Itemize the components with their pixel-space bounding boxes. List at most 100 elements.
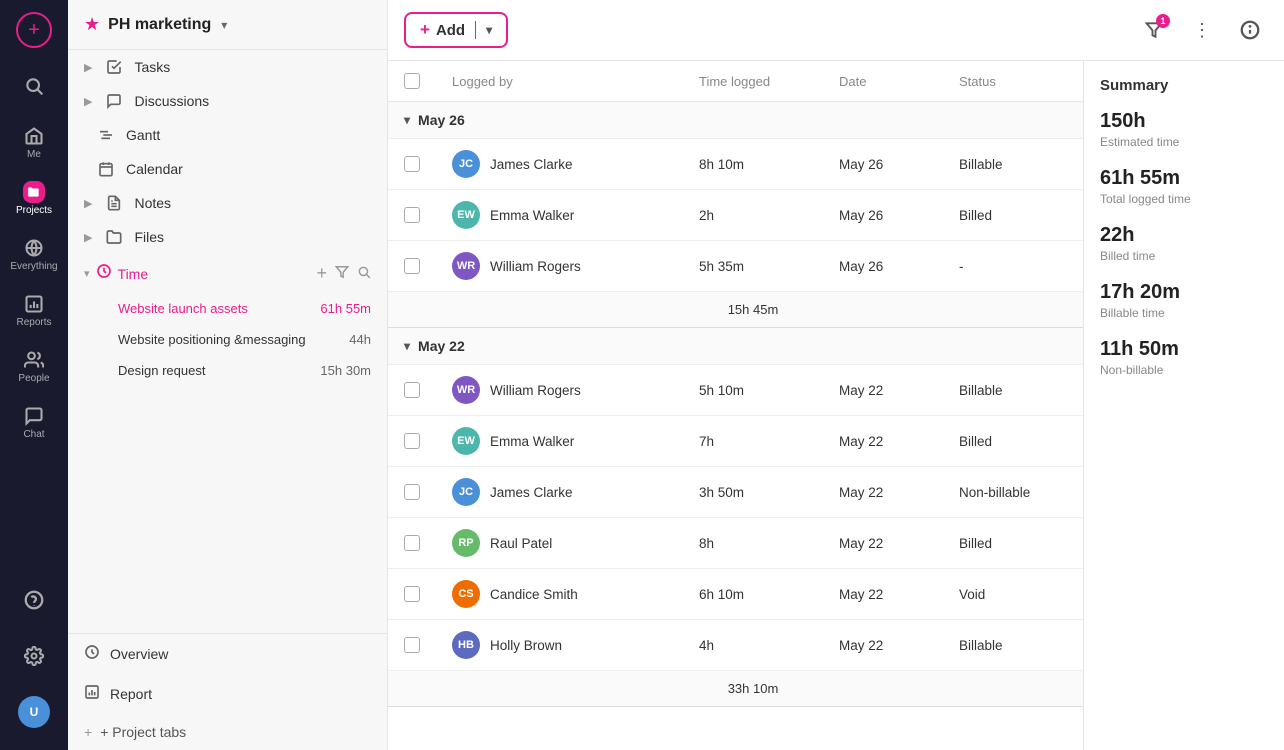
sidebar-item-notes[interactable]: ▶ Notes	[68, 186, 387, 220]
more-options-button[interactable]: ⋮	[1184, 12, 1220, 48]
sidebar-item-me[interactable]: Me	[8, 116, 60, 168]
row-checkbox[interactable]	[388, 416, 436, 466]
summary-billable-label: Billable time	[1100, 306, 1268, 320]
avatar: JC	[452, 150, 480, 178]
user-name: Candice Smith	[490, 587, 578, 602]
row-checkbox[interactable]	[388, 365, 436, 415]
row-date: May 22	[823, 467, 943, 517]
project-name: PH marketing	[108, 16, 211, 34]
user-avatar-button[interactable]: U	[8, 686, 60, 738]
gantt-label: Gantt	[126, 127, 160, 143]
row-user: JC James Clarke	[436, 467, 683, 517]
time-sub-website-launch[interactable]: Website launch assets 61h 55m	[68, 293, 387, 324]
sidebar-item-everything[interactable]: Everything	[8, 228, 60, 280]
notes-label: Notes	[134, 195, 171, 211]
time-sub-label: Website positioning &messaging	[118, 332, 349, 347]
select-all-checkbox[interactable]	[404, 73, 420, 89]
summary-billable: 17h 20m Billable time	[1100, 281, 1268, 320]
row-user: HB Holly Brown	[436, 620, 683, 670]
table-row: WR William Rogers 5h 10m May 22 Billable	[388, 365, 1083, 416]
subtotal-date	[823, 292, 943, 327]
user-name: William Rogers	[490, 259, 581, 274]
row-user: WR William Rogers	[436, 241, 683, 291]
avatar: CS	[452, 580, 480, 608]
subtotal-value: 15h 45m	[683, 292, 823, 327]
row-time: 8h 10m	[683, 139, 823, 189]
avatar: EW	[452, 201, 480, 229]
row-checkbox[interactable]	[388, 241, 436, 291]
sidebar-item-search[interactable]	[8, 60, 60, 112]
gantt-icon	[96, 127, 116, 143]
summary-estimated: 150h Estimated time	[1100, 110, 1268, 149]
subtotal-value: 33h 10m	[683, 671, 823, 706]
group-row-may22[interactable]: ▾ May 22	[388, 328, 1083, 365]
sidebar-item-calendar[interactable]: Calendar	[68, 152, 387, 186]
tasks-label: Tasks	[134, 59, 170, 75]
avatar: U	[18, 696, 50, 728]
header-date: Date	[823, 61, 943, 101]
reports-icon	[23, 293, 45, 315]
everything-label: Everything	[10, 261, 57, 272]
table-row: JC James Clarke 8h 10m May 26 Billable	[388, 139, 1083, 190]
star-icon: ★	[84, 14, 100, 35]
more-icon: ⋮	[1193, 20, 1211, 41]
sidebar-item-overview[interactable]: Overview	[68, 634, 387, 674]
subtotal-date	[823, 671, 943, 706]
sidebar-item-chat[interactable]: Chat	[8, 396, 60, 448]
time-add-icon[interactable]: +	[316, 263, 327, 284]
row-checkbox[interactable]	[388, 620, 436, 670]
time-section-header[interactable]: ▾ Time +	[68, 254, 387, 293]
row-checkbox[interactable]	[388, 190, 436, 240]
people-icon	[23, 349, 45, 371]
subtotal-spacer	[388, 671, 436, 706]
discussions-icon	[104, 93, 124, 109]
sidebar-item-files[interactable]: ▶ Files	[68, 220, 387, 254]
sidebar-item-projects[interactable]: Projects	[8, 172, 60, 224]
row-checkbox[interactable]	[388, 518, 436, 568]
user-name: William Rogers	[490, 383, 581, 398]
summary-non-billable-value: 11h 50m	[1100, 338, 1268, 361]
row-time: 6h 10m	[683, 569, 823, 619]
sidebar-item-tasks[interactable]: ▶ Tasks	[68, 50, 387, 84]
time-sub-design-request[interactable]: Design request 15h 30m	[68, 355, 387, 386]
avatar: WR	[452, 252, 480, 280]
sidebar-item-help[interactable]	[8, 574, 60, 626]
user-name: Emma Walker	[490, 434, 574, 449]
time-sub-label: Design request	[118, 363, 320, 378]
row-checkbox[interactable]	[388, 139, 436, 189]
table-row: CS Candice Smith 6h 10m May 22 Void	[388, 569, 1083, 620]
header-time-logged: Time logged	[683, 61, 823, 101]
table-row: WR William Rogers 5h 35m May 26 -	[388, 241, 1083, 292]
summary-estimated-label: Estimated time	[1100, 135, 1268, 149]
row-user: EW Emma Walker	[436, 190, 683, 240]
time-search-icon[interactable]	[357, 265, 371, 282]
add-button[interactable]: + Add ▾	[404, 12, 508, 48]
group-row-may26[interactable]: ▾ May 26	[388, 102, 1083, 139]
row-checkbox[interactable]	[388, 467, 436, 517]
row-time: 8h	[683, 518, 823, 568]
subtotal-spacer2	[436, 292, 683, 327]
time-sub-hours: 15h 30m	[320, 363, 371, 378]
sidebar-item-settings[interactable]	[8, 630, 60, 682]
sidebar-item-discussions[interactable]: ▶ Discussions	[68, 84, 387, 118]
add-project-tabs-button[interactable]: + + Project tabs	[68, 714, 387, 750]
row-checkbox[interactable]	[388, 569, 436, 619]
project-header[interactable]: ★ PH marketing ▾	[68, 0, 387, 50]
row-time: 5h 35m	[683, 241, 823, 291]
header-logged-by: Logged by	[436, 61, 683, 101]
folder-icon	[23, 181, 45, 203]
filter-button[interactable]: 1	[1136, 12, 1172, 48]
global-add-button[interactable]: +	[16, 12, 52, 48]
user-name: Raul Patel	[490, 536, 552, 551]
row-date: May 26	[823, 241, 943, 291]
sidebar-item-report[interactable]: Report	[68, 674, 387, 714]
sidebar-item-reports[interactable]: Reports	[8, 284, 60, 336]
sidebar-item-gantt[interactable]: Gantt	[68, 118, 387, 152]
time-filter-icon[interactable]	[335, 265, 349, 282]
time-sub-website-positioning[interactable]: Website positioning &messaging 44h	[68, 324, 387, 355]
files-label: Files	[134, 229, 164, 245]
sidebar-item-people[interactable]: People	[8, 340, 60, 392]
info-button[interactable]	[1232, 12, 1268, 48]
avatar: HB	[452, 631, 480, 659]
main-content: + Add ▾ 1 ⋮ Logge	[388, 0, 1284, 750]
